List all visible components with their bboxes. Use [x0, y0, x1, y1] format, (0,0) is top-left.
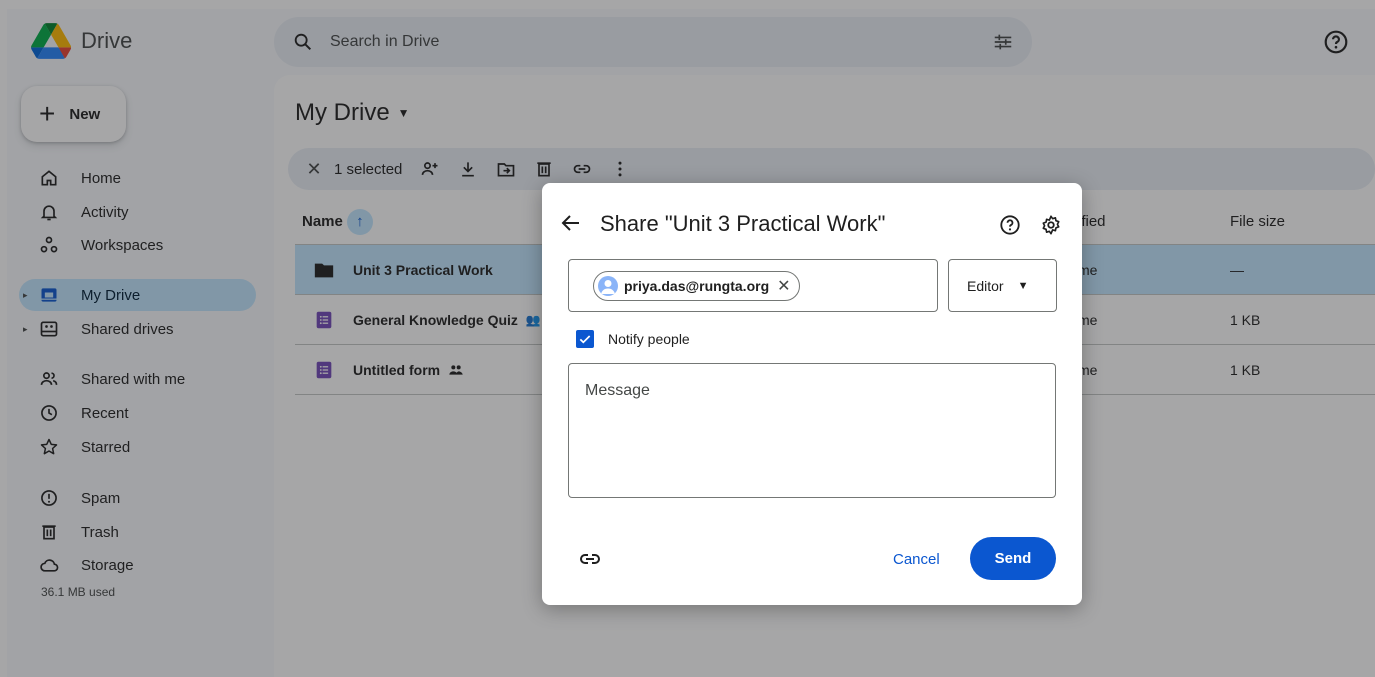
- avatar: [598, 276, 618, 296]
- chevron-down-icon: ▼: [1017, 279, 1029, 292]
- recipient-chip[interactable]: priya.das@rungta.org ✕: [593, 271, 800, 301]
- role-select[interactable]: Editor ▼: [948, 259, 1057, 312]
- cancel-button[interactable]: Cancel: [875, 539, 958, 579]
- share-dialog: Share "Unit 3 Practical Work" priya.das@…: [542, 183, 1082, 605]
- notify-checkbox[interactable]: [576, 330, 594, 348]
- check-icon: [579, 335, 591, 344]
- link-icon[interactable]: [578, 547, 602, 571]
- message-field[interactable]: Message: [568, 363, 1056, 498]
- dialog-title: Share "Unit 3 Practical Work": [600, 211, 886, 236]
- gear-icon[interactable]: [1040, 214, 1062, 236]
- recipients-field[interactable]: priya.das@rungta.org ✕: [568, 259, 938, 312]
- notify-checkbox-row[interactable]: Notify people: [576, 330, 690, 348]
- notify-label: Notify people: [608, 331, 690, 347]
- remove-recipient-icon[interactable]: ✕: [777, 276, 790, 296]
- send-button[interactable]: Send: [970, 537, 1056, 580]
- help-icon[interactable]: [999, 214, 1021, 236]
- recipient-email: priya.das@rungta.org: [624, 278, 770, 294]
- role-select-value: Editor: [967, 277, 1004, 294]
- back-arrow-icon[interactable]: [559, 211, 583, 235]
